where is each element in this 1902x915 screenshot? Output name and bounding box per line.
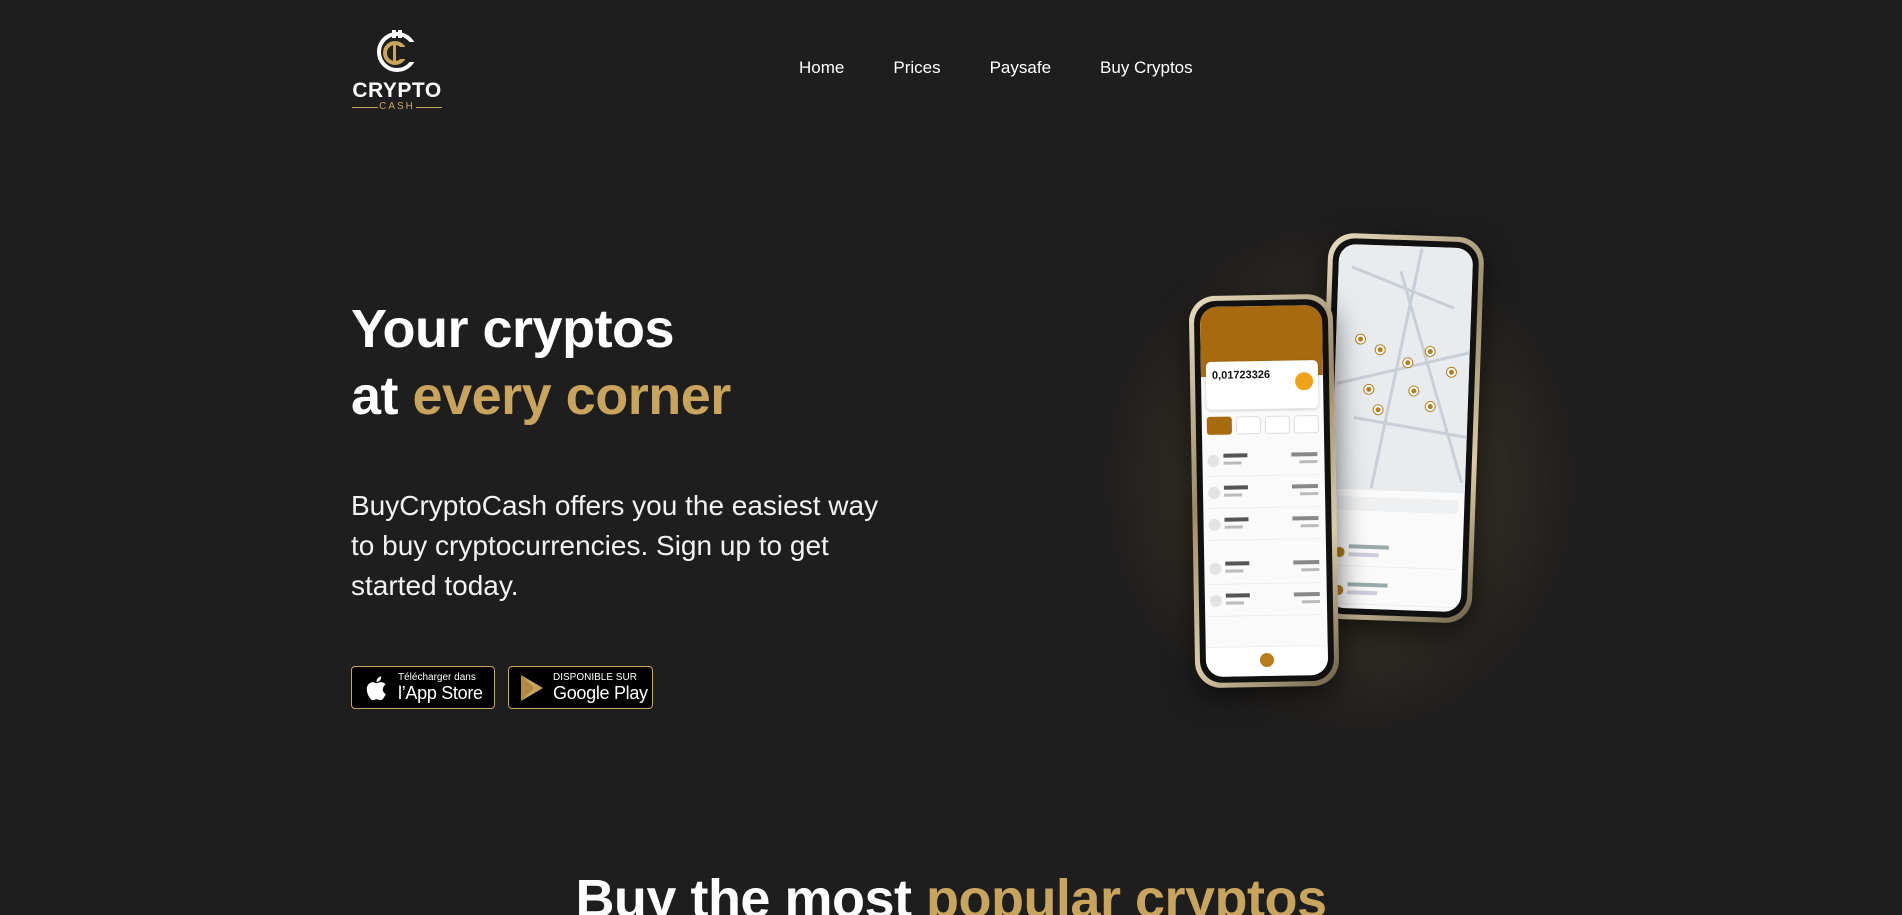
map-screen (1326, 243, 1474, 613)
app-store-big-label: l’App Store (398, 683, 483, 703)
wallet-amount: 0,01723326 (1211, 368, 1271, 382)
wallet-actions (1206, 415, 1319, 435)
transaction-row (1207, 477, 1321, 509)
section-title-prefix: Buy the most (575, 869, 926, 915)
logo-subtitle: CASH (351, 101, 443, 113)
map-pin-icon (1355, 334, 1366, 344)
map-search-bar (1336, 495, 1459, 515)
google-play-button[interactable]: DISPONIBLE SUR Google Play (508, 666, 653, 709)
nav-paysafe[interactable]: Paysafe (990, 58, 1051, 78)
app-store-button[interactable]: Télécharger dans l’App Store (351, 666, 495, 709)
bitcoin-icon (1294, 372, 1314, 391)
map-pin-icon (1375, 345, 1385, 355)
play-icon (521, 674, 543, 701)
map-list-item (1332, 577, 1456, 609)
nav-buy-cryptos[interactable]: Buy Cryptos (1100, 58, 1193, 78)
wallet-tab-bar (1205, 644, 1329, 678)
section-title: Buy the most popular cryptos (0, 864, 1902, 915)
map-pin-icon (1373, 405, 1383, 415)
app-store-small-label: Télécharger dans (398, 672, 476, 683)
nav-home[interactable]: Home (799, 58, 844, 78)
map-pin-icon (1446, 367, 1457, 377)
transaction-row (1208, 509, 1321, 541)
apple-icon (366, 675, 386, 700)
map-pin-icon (1364, 384, 1374, 395)
hero-title-line1: Your cryptos (351, 299, 675, 359)
google-play-big-label: Google Play (553, 683, 648, 703)
nav-prices[interactable]: Prices (893, 58, 940, 78)
main-nav: Home Prices Paysafe Buy Cryptos (799, 58, 1193, 78)
phone-wallet-mockup: 0,01723326 (1188, 293, 1340, 689)
wallet-screen: 0,01723326 (1199, 304, 1329, 678)
map-pin-icon (1425, 401, 1435, 412)
map-pin-icon (1425, 346, 1435, 357)
crypto-cash-logo-icon (377, 30, 419, 72)
hero-description: BuyCryptoCash offers you the easiest way… (351, 490, 879, 601)
map-list-item (1334, 539, 1457, 571)
map-view (1330, 243, 1474, 494)
logo[interactable]: CRYPTO CASH (351, 28, 443, 114)
section-title-highlight: popular cryptos (925, 869, 1327, 915)
transaction-row (1209, 553, 1322, 585)
transaction-row (1209, 585, 1323, 617)
hero-title-highlight: every corner (412, 366, 732, 426)
hero-title-prefix: at (351, 366, 413, 426)
transaction-row (1207, 445, 1320, 477)
map-pin-icon (1409, 386, 1419, 396)
google-play-small-label: DISPONIBLE SUR (553, 672, 637, 683)
hero-title: Your cryptos at every corner (351, 296, 731, 430)
wallet-balance-card: 0,01723326 (1205, 360, 1319, 410)
phone-map-mockup (1315, 232, 1485, 624)
logo-wordmark: CRYPTO (352, 79, 442, 102)
